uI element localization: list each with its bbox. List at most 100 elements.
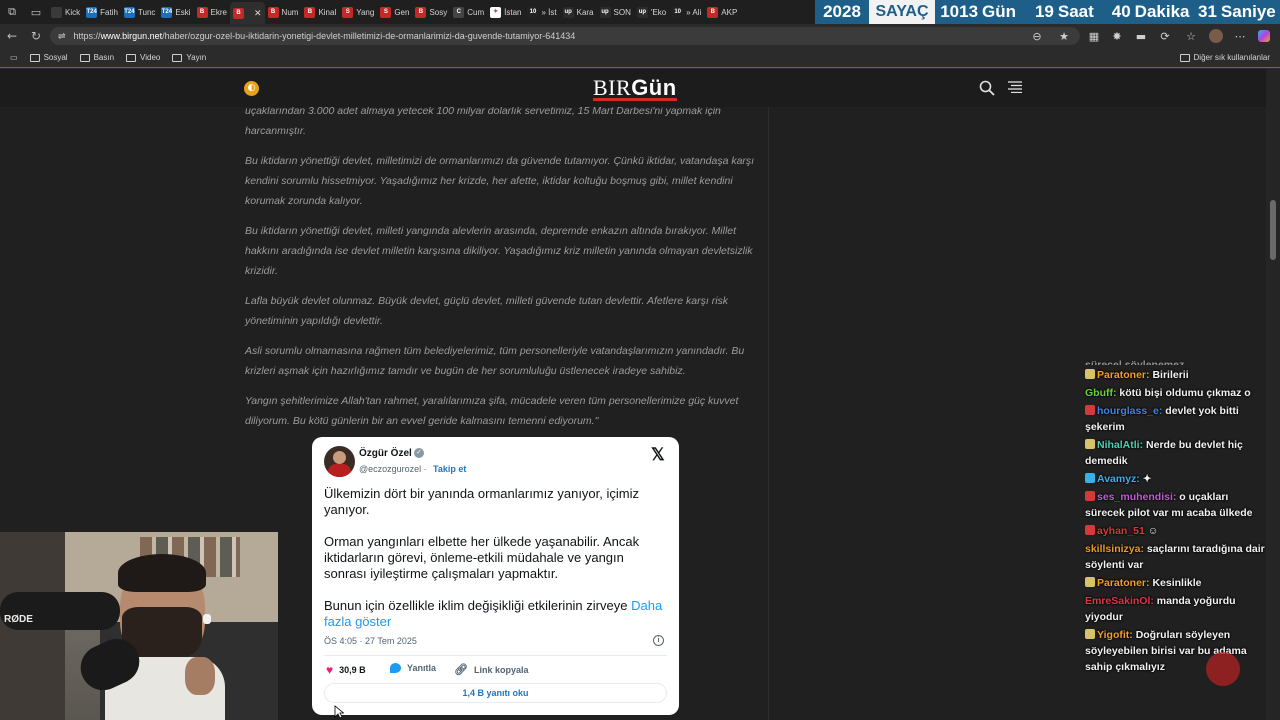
- bookmark-folder-video[interactable]: Video: [126, 53, 160, 62]
- browser-tab[interactable]: S Gen: [377, 2, 412, 22]
- reply-bubble-icon: [390, 663, 401, 673]
- back-arrow-icon[interactable]: ←: [0, 24, 24, 48]
- read-replies-button[interactable]: 1,4 B yanıtı oku: [324, 683, 667, 703]
- tweet-author-avatar[interactable]: [324, 446, 355, 477]
- extension-media-icon[interactable]: ▬: [1132, 27, 1150, 45]
- countdown-overlay: 2028 SAYAÇ 1013 Gün 19 Saat 40 Dakika 31 San…: [815, 0, 1280, 24]
- x-logo-icon[interactable]: 𝕏: [651, 445, 665, 465]
- hamburger-menu-icon[interactable]: [1008, 81, 1022, 93]
- folder-icon: [126, 53, 137, 62]
- folder-icon: [29, 53, 40, 62]
- copilot-icon[interactable]: [1255, 27, 1273, 45]
- chat-message: NihalAtli: Nerde bu devlet hiç demedik: [1085, 437, 1270, 469]
- reply-button[interactable]: Yanıtla: [390, 663, 436, 673]
- like-button[interactable]: ♥ 30,9 B: [326, 663, 366, 677]
- workspaces-icon[interactable]: ⧉: [0, 0, 24, 24]
- reader-mode-icon[interactable]: ⊖: [1028, 27, 1046, 45]
- chat-username[interactable]: hourglass_e:: [1097, 405, 1162, 417]
- chat-username[interactable]: NihalAtli:: [1097, 439, 1143, 451]
- browser-tab[interactable]: 10» İst: [524, 2, 559, 22]
- extension-grid-icon[interactable]: ▦: [1085, 27, 1103, 45]
- scrollbar-thumb[interactable]: [1270, 200, 1276, 260]
- favorite-star-icon[interactable]: ★: [1055, 27, 1073, 45]
- copy-link-button[interactable]: 🔗︎ Link kopyala: [454, 663, 529, 676]
- tab-label: 'Eko: [650, 7, 667, 17]
- info-icon[interactable]: i: [653, 635, 664, 646]
- browser-tab[interactable]: T24 Fatih: [83, 2, 121, 22]
- chat-username[interactable]: Paratoner:: [1097, 369, 1150, 381]
- tweet-author-handle[interactable]: @eczozgurozel ·: [359, 464, 427, 474]
- tweet-timestamp[interactable]: ÖS 4:05 · 27 Tem 2025: [324, 636, 417, 646]
- article-paragraph: Bu iktidarın yönettiği devlet, milleti y…: [245, 225, 753, 277]
- folder-icon: [79, 53, 90, 62]
- browser-tab[interactable]: C Cum: [450, 2, 487, 22]
- browser-tab[interactable]: 10» Ali: [669, 2, 704, 22]
- tweet-text-line: Ülkemizin dört bir yanında ormanlarımız …: [324, 486, 639, 517]
- chat-username[interactable]: Gbuff:: [1085, 387, 1117, 399]
- browser-tab[interactable]: Kick: [48, 2, 83, 22]
- chat-username[interactable]: EmreSakinOl:: [1085, 595, 1154, 607]
- more-menu-icon[interactable]: ⋯: [1231, 27, 1249, 45]
- tab-label: Kinal: [318, 7, 337, 17]
- chat-text: Birilerii: [1152, 369, 1189, 381]
- article-paragraph: Yangın şehitlerimize Allah'tan rahmet, y…: [245, 395, 739, 427]
- tab-label: Kara: [576, 7, 594, 17]
- coin-icon[interactable]: ◐: [244, 81, 259, 96]
- reload-icon[interactable]: ↻: [24, 24, 48, 48]
- browser-tab[interactable]: B Num: [265, 2, 302, 22]
- tweet-author-name[interactable]: Özgür Özel: [359, 448, 412, 459]
- embedded-tweet[interactable]: Özgür Özel ✓ @eczozgurozel · Takip et 𝕏 …: [312, 437, 679, 715]
- browser-tab[interactable]: T24 Eski: [158, 2, 193, 22]
- counter-year: 2028: [815, 0, 869, 24]
- bookmark-folder-basin[interactable]: Basın: [79, 53, 114, 62]
- browser-tab[interactable]: S Yang: [339, 2, 377, 22]
- chat-badge-icon: [1085, 369, 1095, 379]
- browser-tab[interactable]: up SON: [597, 2, 634, 22]
- other-bookmarks[interactable]: Diğer sık kullanılanlar: [1179, 53, 1270, 62]
- birgun-icon: B: [415, 6, 427, 18]
- news-icon: S: [342, 6, 354, 18]
- close-tab-icon[interactable]: ✕: [254, 8, 262, 19]
- browser-tab[interactable]: T24 Tunc: [121, 2, 159, 22]
- extension-puzzle-icon[interactable]: ✸: [1108, 27, 1126, 45]
- folder-icon: [172, 53, 183, 62]
- globe-icon: [51, 6, 62, 18]
- chat-username[interactable]: Paratoner:: [1097, 577, 1150, 589]
- chat-username[interactable]: ses_muhendisi:: [1097, 491, 1176, 503]
- follow-link[interactable]: Takip et: [433, 464, 466, 474]
- chat-badge-icon: [1085, 439, 1095, 449]
- browser-tab[interactable]: B Sosy: [412, 2, 450, 22]
- bookmark-folder-yayin[interactable]: Yayın: [172, 53, 206, 62]
- tab-search-icon[interactable]: ▭: [10, 53, 18, 62]
- chat-username[interactable]: skillsinizya:: [1085, 543, 1144, 555]
- chat-badge-icon: [1085, 405, 1095, 415]
- chat-username[interactable]: Yigofit:: [1097, 629, 1133, 641]
- favorites-icon[interactable]: ☆: [1182, 27, 1200, 45]
- site-info-icon[interactable]: ⇌: [58, 31, 66, 42]
- chat-badge-icon: [1085, 629, 1095, 639]
- live-chat-overlay: sürecel söylenemez… Paratoner: Birilerii G…: [1085, 357, 1270, 677]
- address-bar[interactable]: ⇌ https://www.birgun.net/haber/ozgur-oze…: [50, 27, 1080, 45]
- chat-username[interactable]: ayhan_51: [1097, 525, 1145, 537]
- up-icon: up: [636, 6, 648, 18]
- page-scrollbar[interactable]: [1266, 69, 1280, 720]
- browser-tab[interactable]: B Ekre: [194, 2, 230, 22]
- birgun-logo[interactable]: BIRGün: [593, 75, 677, 101]
- search-icon[interactable]: [979, 80, 995, 96]
- tab-label: AKP: [721, 7, 738, 17]
- extensions-icon[interactable]: ⟳: [1156, 27, 1174, 45]
- browser-tab[interactable]: up Kara: [560, 2, 597, 22]
- browser-tab[interactable]: ✦ İstan: [487, 2, 524, 22]
- browser-tab[interactable]: B AKP: [704, 2, 740, 22]
- tab-label: Num: [281, 7, 299, 17]
- chat-username[interactable]: Avamyz:: [1097, 473, 1140, 485]
- browser-tab[interactable]: B Kinal: [301, 2, 339, 22]
- profile-avatar[interactable]: [1207, 27, 1225, 45]
- browser-tab[interactable]: up 'Eko: [634, 2, 669, 22]
- webcam-overlay: RØDE: [0, 532, 278, 720]
- tab-actions-icon[interactable]: ▭: [24, 0, 48, 24]
- chat-message: Paratoner: Kesinlikle: [1085, 575, 1270, 591]
- browser-tab[interactable]: B ✕: [230, 2, 265, 24]
- birgun-icon: B: [233, 7, 244, 19]
- bookmark-folder-sosyal[interactable]: Sosyal: [29, 53, 68, 62]
